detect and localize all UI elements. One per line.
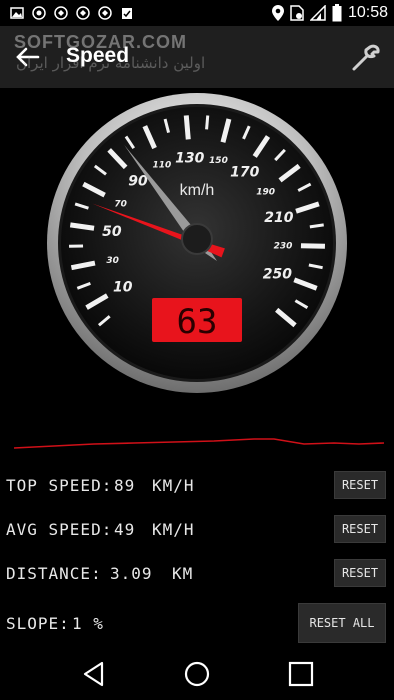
gauge-label: 230 xyxy=(274,241,293,251)
speed-history-graph xyxy=(14,438,384,449)
gauge-label: 10 xyxy=(113,280,133,296)
clipboard-notification-icon xyxy=(122,8,132,19)
distance-unit: KM xyxy=(172,564,194,583)
gauge-tick xyxy=(300,243,326,249)
slope-label: SLOPE: xyxy=(6,614,70,633)
nav-home-icon[interactable] xyxy=(183,660,211,688)
reset-avg-speed-button[interactable]: RESET xyxy=(334,515,386,543)
app-notification-icon-3 xyxy=(98,6,112,20)
speedometer-gauge: 1050901301702102503070110 150190230 km/h … xyxy=(47,93,347,393)
signal-icon xyxy=(309,5,326,21)
nav-recents-icon[interactable] xyxy=(287,660,315,688)
gauge-tick xyxy=(69,222,95,231)
status-bar: 10:58 xyxy=(0,0,394,26)
gauge-label: 170 xyxy=(230,164,259,180)
slope-value: 1 % xyxy=(72,614,104,633)
gauge-label: 70 xyxy=(114,200,127,210)
top-speed-unit: KM/H xyxy=(152,476,195,495)
nav-back-icon[interactable] xyxy=(80,660,108,688)
reset-top-speed-button[interactable]: RESET xyxy=(334,471,386,499)
record-notification-icon xyxy=(32,6,46,20)
speed-display-value: 63 xyxy=(177,302,218,342)
gauge-label: 250 xyxy=(263,266,292,282)
reset-distance-button[interactable]: RESET xyxy=(334,559,386,587)
speed-history-line xyxy=(14,438,384,449)
reset-all-button[interactable]: RESET ALL xyxy=(298,603,386,643)
avg-speed-label: AVG SPEED: xyxy=(6,520,113,539)
top-speed-label: TOP SPEED: xyxy=(6,476,113,495)
gauge-tick xyxy=(309,223,324,229)
top-speed-value: 89 xyxy=(114,476,136,495)
page-title: Speed xyxy=(66,44,130,67)
gauge-label: 130 xyxy=(175,150,204,166)
distance-value: 3.09 xyxy=(110,564,153,583)
avg-speed-unit: KM/H xyxy=(152,520,195,539)
battery-icon xyxy=(332,4,342,22)
location-icon xyxy=(271,5,284,21)
app-bar: SOFTGOZAR.COM اولین دانشنامه نرم افزار ا… xyxy=(0,26,394,88)
gauge-label: 210 xyxy=(264,210,293,226)
gauge-label: 90 xyxy=(128,173,148,189)
image-notification-icon xyxy=(10,7,24,19)
avg-speed-value: 49 xyxy=(114,520,136,539)
gauge-tick xyxy=(205,115,210,130)
gauge-hub xyxy=(181,223,213,255)
gauge-label: 110 xyxy=(153,161,172,171)
status-time: 10:58 xyxy=(347,4,388,21)
gauge-label: 150 xyxy=(209,156,228,166)
navigation-bar xyxy=(0,648,394,700)
gauge-unit-label: km/h xyxy=(180,182,215,199)
gauge-label: 30 xyxy=(106,256,119,266)
app-notification-icon-2 xyxy=(76,6,90,20)
gauge-tick xyxy=(183,115,191,140)
gauge-label: 190 xyxy=(256,187,275,197)
gauge-label: 50 xyxy=(102,224,122,240)
distance-label: DISTANCE: xyxy=(6,564,102,583)
settings-wrench-icon[interactable] xyxy=(350,42,382,74)
app-notification-icon xyxy=(54,6,68,20)
sim-icon xyxy=(290,5,304,21)
